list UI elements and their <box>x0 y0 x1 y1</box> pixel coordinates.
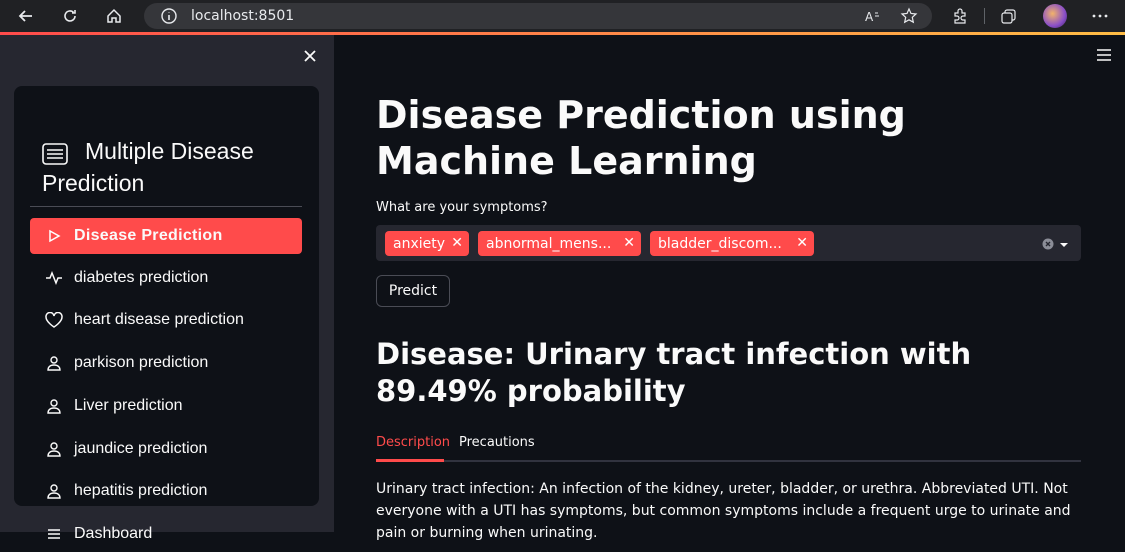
tab-description[interactable]: Description <box>376 435 450 450</box>
sidebar-item-diabetes[interactable]: diabetes prediction <box>30 260 302 296</box>
sidebar-item-label: parkison prediction <box>74 354 209 371</box>
person-icon <box>44 396 64 416</box>
menu-title-text: Multiple Disease Prediction <box>42 138 254 196</box>
active-tab-indicator <box>376 459 444 462</box>
symptom-tag-label: abnormal_mens... <box>486 235 612 252</box>
symptom-tag-label: anxiety <box>393 235 446 252</box>
sidebar-item-label: heart disease prediction <box>74 311 244 328</box>
page-title: Disease Prediction using Machine Learnin… <box>376 93 906 183</box>
heart-icon <box>44 310 64 330</box>
sidebar-item-dashboard[interactable]: Dashboard <box>30 516 302 552</box>
extensions-icon[interactable] <box>948 4 972 28</box>
sidebar-item-heart[interactable]: heart disease prediction <box>30 302 302 338</box>
back-arrow-icon[interactable] <box>14 4 38 28</box>
home-icon[interactable] <box>102 4 126 28</box>
remove-tag-icon[interactable]: ✕ <box>451 235 463 251</box>
browser-toolbar: localhost:8501 A <box>0 0 1125 35</box>
read-aloud-icon[interactable]: A <box>864 7 882 30</box>
remove-tag-icon[interactable]: ✕ <box>796 235 808 251</box>
predict-button[interactable]: Predict <box>376 275 450 307</box>
favorite-icon[interactable] <box>900 7 918 30</box>
chevron-down-icon[interactable] <box>1059 237 1069 255</box>
toolbar-divider <box>984 8 985 24</box>
info-icon[interactable] <box>160 7 178 30</box>
url-text: localhost:8501 <box>191 8 295 24</box>
list-icon <box>44 524 64 544</box>
person-icon <box>44 353 64 373</box>
collections-icon[interactable] <box>997 4 1021 28</box>
person-icon <box>44 439 64 459</box>
symptom-tag[interactable]: bladder_discom... ✕ <box>650 231 814 256</box>
avatar[interactable] <box>1043 4 1067 28</box>
prediction-result: Disease: Urinary tract infection with 89… <box>376 337 972 408</box>
sidebar-item-label: Disease Prediction <box>74 227 223 244</box>
menu-title: Multiple Disease Prediction <box>42 135 312 199</box>
reload-icon[interactable] <box>58 4 82 28</box>
sidebar-item-label: diabetes prediction <box>74 269 209 286</box>
symptom-tag[interactable]: anxiety ✕ <box>385 231 469 256</box>
more-icon[interactable] <box>1088 4 1112 28</box>
sidebar-item-parkison[interactable]: parkison prediction <box>30 345 302 381</box>
symptom-tag-label: bladder_discom... <box>658 235 782 252</box>
hamburger-menu-icon[interactable] <box>1096 48 1112 62</box>
clear-all-icon[interactable] <box>1042 237 1054 255</box>
result-tabs: Description Precautions <box>376 434 1081 462</box>
symptoms-label: What are your symptoms? <box>376 200 548 215</box>
activity-icon <box>44 268 64 288</box>
menu-divider <box>30 206 302 207</box>
sidebar-item-disease-prediction[interactable]: Disease Prediction <box>30 218 302 254</box>
sidebar-item-label: Liver prediction <box>74 397 183 414</box>
symptoms-multiselect[interactable]: anxiety ✕ abnormal_mens... ✕ bladder_dis… <box>376 225 1081 261</box>
tab-precautions[interactable]: Precautions <box>459 435 535 450</box>
disease-description: Urinary tract infection: An infection of… <box>376 481 1071 541</box>
sidebar-item-label: hepatitis prediction <box>74 482 208 499</box>
symptom-tag[interactable]: abnormal_mens... ✕ <box>478 231 641 256</box>
address-bar[interactable]: localhost:8501 A <box>144 3 932 29</box>
sidebar-item-label: Dashboard <box>74 525 153 542</box>
svg-text:A: A <box>865 10 874 24</box>
person-icon <box>44 481 64 501</box>
sidebar-item-liver[interactable]: Liver prediction <box>30 388 302 424</box>
play-icon <box>44 226 64 246</box>
remove-tag-icon[interactable]: ✕ <box>623 235 635 251</box>
menu-list-icon <box>42 141 68 173</box>
sidebar-item-jaundice[interactable]: jaundice prediction <box>30 431 302 467</box>
close-sidebar-icon[interactable] <box>302 48 318 64</box>
sidebar-item-label: jaundice prediction <box>74 440 208 457</box>
sidebar-item-hepatitis[interactable]: hepatitis prediction <box>30 473 302 509</box>
